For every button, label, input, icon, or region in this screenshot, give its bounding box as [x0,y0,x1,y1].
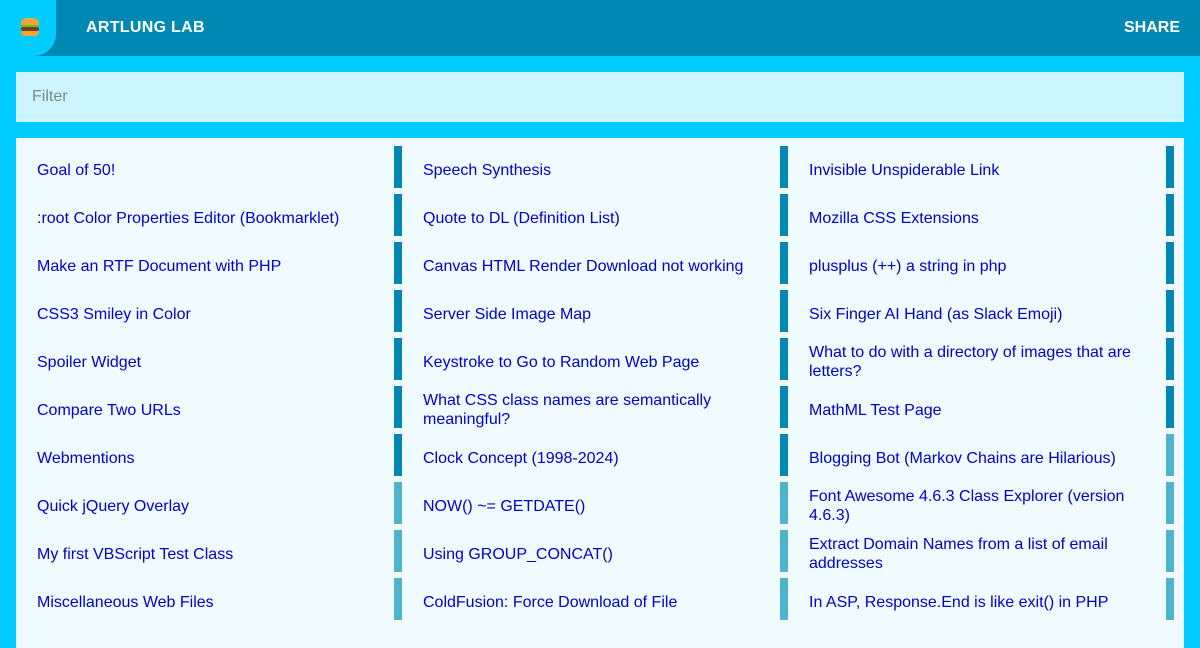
list-item-link[interactable]: Quick jQuery Overlay [37,497,189,516]
list-item: Quick jQuery Overlay [16,482,402,530]
link-list-panel: Goal of 50! Speech Synthesis Invisible U… [16,138,1184,648]
list-item: ColdFusion: Force Download of File [402,578,788,626]
list-item-link[interactable]: Mozilla CSS Extensions [809,209,979,228]
list-item-link[interactable]: Compare Two URLs [37,401,181,420]
link-grid: Goal of 50! Speech Synthesis Invisible U… [16,146,1184,626]
list-item-link[interactable]: MathML Test Page [809,401,942,420]
list-item-link[interactable]: Miscellaneous Web Files [37,593,214,612]
list-item: My first VBScript Test Class [16,530,402,578]
header-bar: ARTLUNG LAB SHARE [0,0,1200,56]
logo-button[interactable] [0,0,56,56]
list-item: plusplus (++) a string in php [788,242,1174,290]
list-item: Goal of 50! [16,146,402,194]
list-item-link[interactable]: Blogging Bot (Markov Chains are Hilariou… [809,449,1116,468]
list-item: Clock Concept (1998-2024) [402,434,788,482]
list-item: Server Side Image Map [402,290,788,338]
site-title[interactable]: ARTLUNG LAB [86,19,205,37]
list-item-link[interactable]: In ASP, Response.End is like exit() in P… [809,593,1108,612]
list-item: What to do with a directory of images th… [788,338,1174,386]
list-item: Invisible Unspiderable Link [788,146,1174,194]
list-item-link[interactable]: Font Awesome 4.6.3 Class Explorer (versi… [809,487,1142,525]
list-item-link[interactable]: Speech Synthesis [423,161,551,180]
list-item-link[interactable]: ColdFusion: Force Download of File [423,593,677,612]
list-item-link[interactable]: Spoiler Widget [37,353,141,372]
list-item: Spoiler Widget [16,338,402,386]
list-item-link[interactable]: plusplus (++) a string in php [809,257,1006,276]
list-item: Mozilla CSS Extensions [788,194,1174,242]
list-item-link[interactable]: Goal of 50! [37,161,115,180]
list-item-link[interactable]: Six Finger AI Hand (as Slack Emoji) [809,305,1062,324]
list-item-link[interactable]: Invisible Unspiderable Link [809,161,999,180]
list-item-link[interactable]: My first VBScript Test Class [37,545,233,564]
list-item: Using GROUP_CONCAT() [402,530,788,578]
list-item-link[interactable]: :root Color Properties Editor (Bookmarkl… [37,209,339,228]
list-item-link[interactable]: Clock Concept (1998-2024) [423,449,619,468]
list-item: What CSS class names are semantically me… [402,386,788,434]
list-item: Speech Synthesis [402,146,788,194]
list-item: Keystroke to Go to Random Web Page [402,338,788,386]
list-item-link[interactable]: CSS3 Smiley in Color [37,305,191,324]
list-item-link[interactable]: Quote to DL (Definition List) [423,209,620,228]
list-item: Canvas HTML Render Download not working [402,242,788,290]
list-item-link[interactable]: Make an RTF Document with PHP [37,257,281,276]
list-item-link[interactable]: Server Side Image Map [423,305,591,324]
hamburger-icon [21,18,39,38]
share-button[interactable]: SHARE [1124,19,1180,37]
list-item: Six Finger AI Hand (as Slack Emoji) [788,290,1174,338]
list-item: Blogging Bot (Markov Chains are Hilariou… [788,434,1174,482]
list-item: Webmentions [16,434,402,482]
list-item: Quote to DL (Definition List) [402,194,788,242]
list-item: Extract Domain Names from a list of emai… [788,530,1174,578]
list-item: NOW() ~= GETDATE() [402,482,788,530]
list-item: Compare Two URLs [16,386,402,434]
list-item-link[interactable]: Webmentions [37,449,135,468]
list-item-link[interactable]: Keystroke to Go to Random Web Page [423,353,699,372]
list-item-link[interactable]: Extract Domain Names from a list of emai… [809,535,1142,573]
list-item-link[interactable]: Canvas HTML Render Download not working [423,257,743,276]
list-item: Make an RTF Document with PHP [16,242,402,290]
list-item-link[interactable]: What to do with a directory of images th… [809,343,1142,381]
list-item: Miscellaneous Web Files [16,578,402,626]
list-item-link[interactable]: NOW() ~= GETDATE() [423,497,585,516]
list-item-link[interactable]: Using GROUP_CONCAT() [423,545,613,564]
list-item: Font Awesome 4.6.3 Class Explorer (versi… [788,482,1174,530]
list-item: :root Color Properties Editor (Bookmarkl… [16,194,402,242]
list-item: MathML Test Page [788,386,1174,434]
list-item: CSS3 Smiley in Color [16,290,402,338]
list-item: In ASP, Response.End is like exit() in P… [788,578,1174,626]
filter-input[interactable] [16,72,1184,122]
list-item-link[interactable]: What CSS class names are semantically me… [423,391,756,429]
